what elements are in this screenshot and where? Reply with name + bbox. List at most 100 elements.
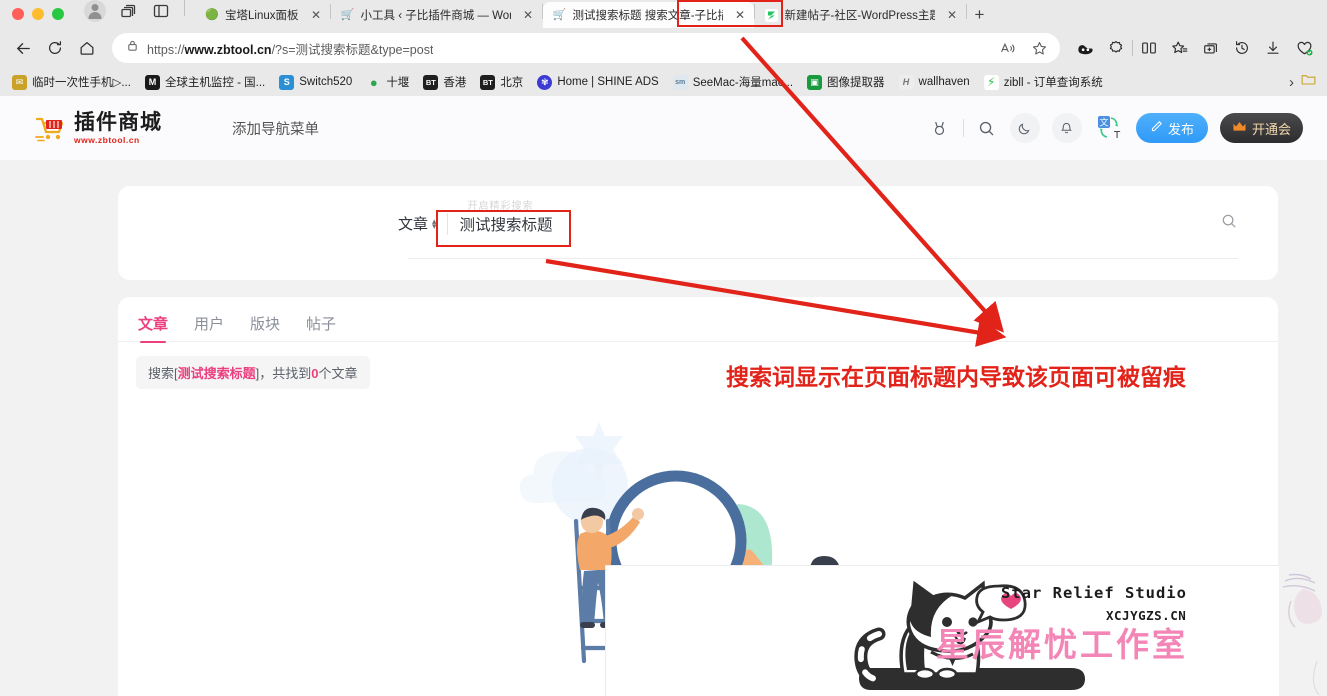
- bookmark-label: SeeMac-海量mac...: [692, 77, 794, 89]
- summary-count: 0: [311, 366, 319, 381]
- search-icon[interactable]: [976, 117, 998, 139]
- tab-groups-icon[interactable]: [120, 2, 138, 20]
- read-aloud-icon[interactable]: [992, 33, 1022, 63]
- bookmark-item[interactable]: ● 十堰: [360, 71, 415, 93]
- tab-close-button[interactable]: ✕: [945, 8, 960, 23]
- address-bar[interactable]: https://www.zbtool.cn/?s=测试搜索标题&type=pos…: [112, 33, 1060, 63]
- bell-icon[interactable]: [1051, 113, 1082, 143]
- bookmark-item[interactable]: ⚡ zibll - 订单查询系统: [978, 71, 1109, 93]
- tab-close-button[interactable]: ✕: [309, 8, 324, 23]
- chrome-left-icons: [74, 0, 195, 28]
- extensions-icon[interactable]: [1101, 33, 1131, 63]
- tab-title: 新建帖子-社区-WordPress主题: [784, 10, 935, 22]
- star-icon[interactable]: [1024, 33, 1054, 63]
- bookmark-favicon: sm: [672, 74, 688, 90]
- profile-avatar-icon[interactable]: [84, 0, 106, 22]
- back-arrow-icon[interactable]: [8, 33, 38, 63]
- lock-icon: [126, 39, 139, 57]
- screenshot-root: 🟢 宝塔Linux面板 ✕ 🛒 小工具 ‹ 子比插件商城 — WordP ✕ 🛒…: [0, 0, 1327, 696]
- tab-close-button[interactable]: ✕: [733, 8, 748, 23]
- bookmark-item[interactable]: BT 香港: [417, 71, 472, 93]
- bookmark-folder-icon[interactable]: [1300, 71, 1317, 93]
- medal-icon[interactable]: [929, 117, 951, 139]
- site-logo[interactable]: 插件商城 www.zbtool.cn: [34, 112, 162, 145]
- bookmark-label: Home | SHINE ADS: [557, 76, 659, 88]
- bookmark-label: wallhaven: [918, 76, 970, 88]
- bookmark-favicon: ▣: [807, 74, 823, 90]
- collections-star-icon[interactable]: [1165, 33, 1195, 63]
- browser-essentials-icon[interactable]: [1289, 33, 1319, 63]
- split-screen-icon[interactable]: [1134, 33, 1164, 63]
- translate-icon[interactable]: 文 T: [1094, 114, 1124, 142]
- home-icon[interactable]: [72, 33, 102, 63]
- search-input-wrapper[interactable]: 开启精彩搜索 测试搜索标题: [446, 201, 1220, 235]
- bookmark-item[interactable]: S Switch520: [273, 72, 358, 93]
- maximize-window-button[interactable]: [52, 8, 64, 20]
- minimize-window-button[interactable]: [32, 8, 44, 20]
- bookmark-favicon: S: [279, 74, 295, 90]
- bookmark-label: 临时一次性手机▷...: [32, 77, 131, 89]
- close-window-button[interactable]: [12, 8, 24, 20]
- bookmark-item[interactable]: Hwallhaven: [893, 72, 976, 93]
- bookmark-favicon: ⚡: [983, 74, 999, 90]
- bookmark-item[interactable]: ▣ 图像提取器: [801, 71, 891, 93]
- zibll-icon: [765, 8, 779, 22]
- bookmark-item[interactable]: BT 北京: [474, 71, 529, 93]
- tab-title: 测试搜索标题 搜索文章-子比插件: [572, 10, 723, 22]
- bookmark-favicon: H: [898, 74, 914, 90]
- address-bar-actions: [992, 33, 1054, 63]
- browser-tab-1[interactable]: 🟢 宝塔Linux面板 ✕: [195, 2, 330, 28]
- tab-posts[interactable]: 帖子: [306, 313, 336, 343]
- cart-icon: 🛒: [552, 8, 567, 21]
- bookmark-item[interactable]: ✾ Home | SHINE ADS: [531, 72, 664, 93]
- copilot-icon[interactable]: [1070, 33, 1100, 63]
- search-type-select[interactable]: 文章 ▴ ▾: [398, 213, 437, 234]
- stepper-icon: ▴ ▾: [432, 215, 437, 231]
- toolbar-divider: [1132, 40, 1133, 56]
- refresh-icon[interactable]: [40, 33, 70, 63]
- site-header: 插件商城 www.zbtool.cn 添加导航菜单 文 T 发布 开通会: [0, 96, 1327, 160]
- browser-tab-3-active[interactable]: 🛒 测试搜索标题 搜索文章-子比插件 ✕: [542, 2, 754, 28]
- search-form: 文章 ▴ ▾ 开启精彩搜索 测试搜索标题: [398, 201, 1238, 235]
- sidebar-toggle-icon[interactable]: [152, 2, 170, 20]
- publish-button[interactable]: 发布: [1135, 113, 1208, 143]
- bookmark-favicon: BT: [423, 74, 439, 90]
- tab-users[interactable]: 用户: [194, 313, 224, 343]
- pencil-icon: [1150, 120, 1163, 136]
- svg-text:文: 文: [1099, 117, 1108, 129]
- banner-content: Star Relief Studio XCJYGZS.CN 星辰解忧工作室: [851, 566, 1279, 696]
- bookmark-item[interactable]: M 全球主机监控 - 国...: [139, 71, 271, 93]
- new-tab-button[interactable]: +: [967, 2, 993, 28]
- bookmarks-overflow[interactable]: ›: [1289, 71, 1321, 93]
- vip-label: 开通会: [1251, 121, 1291, 137]
- browser-tab-4[interactable]: 新建帖子-社区-WordPress主题 ✕: [755, 2, 966, 28]
- nav-add-menu[interactable]: 添加导航菜单: [232, 118, 319, 139]
- decorative-plant-icon: [1279, 565, 1327, 696]
- bookmark-favicon: ●: [369, 74, 378, 90]
- search-submit-icon[interactable]: [1220, 212, 1238, 235]
- chevron-right-icon[interactable]: ›: [1289, 74, 1294, 91]
- tab-articles[interactable]: 文章: [138, 313, 168, 343]
- search-type-value: 文章: [398, 216, 429, 233]
- search-input[interactable]: 测试搜索标题: [460, 217, 553, 234]
- window-controls[interactable]: [0, 8, 74, 28]
- bookmark-item[interactable]: sm SeeMac-海量mac...: [667, 71, 799, 93]
- vip-button[interactable]: 开通会: [1219, 113, 1303, 143]
- downloads-icon[interactable]: [1258, 33, 1288, 63]
- history-icon[interactable]: [1227, 33, 1257, 63]
- add-collection-icon[interactable]: [1196, 33, 1226, 63]
- publish-label: 发布: [1167, 121, 1194, 137]
- tab-close-button[interactable]: ✕: [521, 8, 536, 23]
- bookmarks-bar: ✉ 临时一次性手机▷... M 全球主机监控 - 国... S Switch520 ●…: [0, 68, 1327, 96]
- moon-icon[interactable]: [1009, 113, 1040, 143]
- web-page: 插件商城 www.zbtool.cn 添加导航菜单 文 T 发布 开通会 文章 …: [0, 96, 1327, 696]
- bookmark-item[interactable]: ✉ 临时一次性手机▷...: [6, 71, 137, 93]
- bookmark-label: zibll - 订单查询系统: [1003, 77, 1103, 89]
- bookmark-label: Switch520: [299, 76, 353, 88]
- browser-tab-2[interactable]: 🛒 小工具 ‹ 子比插件商城 — WordP ✕: [331, 2, 542, 28]
- studio-banner[interactable]: Star Relief Studio XCJYGZS.CN 星辰解忧工作室: [605, 565, 1279, 696]
- bookmark-favicon: ✾: [537, 74, 553, 90]
- tab-sections[interactable]: 版块: [250, 313, 280, 343]
- bookmark-label: 图像提取器: [827, 77, 885, 89]
- crown-icon: [1232, 120, 1247, 136]
